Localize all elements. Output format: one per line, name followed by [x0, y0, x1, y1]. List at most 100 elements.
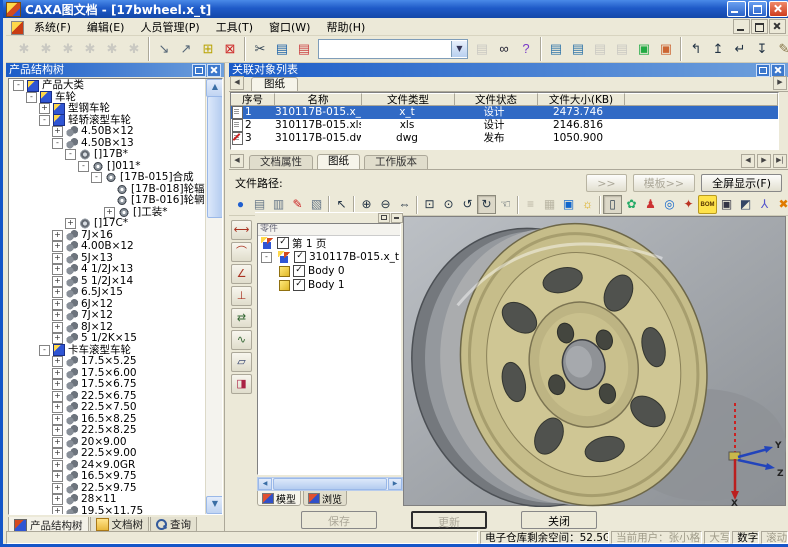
person-icon[interactable]: ⅄	[755, 195, 774, 214]
light-icon[interactable]: ☼	[578, 195, 597, 214]
menu-item[interactable]: 系统(F)	[26, 18, 79, 36]
mdi-restore-button[interactable]	[751, 19, 768, 34]
tree-expander-icon[interactable]: +	[52, 483, 63, 494]
column-header[interactable]: 序号	[231, 93, 275, 106]
copy-struct-icon[interactable]: ▤	[567, 38, 589, 60]
tree-expander-icon[interactable]: +	[52, 471, 63, 482]
copy-icon[interactable]: ▤	[271, 38, 293, 60]
object-link-icon[interactable]: ▣	[633, 38, 655, 60]
tab-scroll-left-icon[interactable]: ◀	[230, 76, 244, 90]
tree-expander-icon[interactable]: +	[52, 310, 63, 321]
tab-doc[interactable]: 文档属性	[249, 155, 313, 169]
tree-item[interactable]: +4.50B×12	[9, 126, 205, 138]
tree-expander-icon[interactable]: +	[52, 379, 63, 390]
rotate-free-icon[interactable]: ↻	[477, 195, 496, 214]
search-combo-input[interactable]	[319, 41, 451, 57]
model-tree-item[interactable]: ✓Body 0	[258, 264, 400, 278]
template-button[interactable]: 模板>>	[633, 174, 695, 192]
scroll-right-icon[interactable]: ▶	[388, 478, 402, 490]
tab-active[interactable]: 图纸	[317, 154, 360, 169]
close-panel-button[interactable]	[207, 64, 221, 77]
cancel-archive-icon[interactable]: ✱	[57, 38, 79, 60]
cursor-window-icon[interactable]: ◩	[736, 195, 755, 214]
column-header[interactable]: 文件大小(KB)	[538, 93, 625, 106]
rotate-view-icon[interactable]: ↺	[458, 195, 477, 214]
tree-expander-icon[interactable]: +	[52, 460, 63, 471]
help-icon[interactable]: ?	[515, 38, 537, 60]
scroll-up-icon[interactable]: ▲	[206, 79, 223, 97]
paste-special-icon[interactable]: ▤	[471, 38, 493, 60]
tree-expander-icon[interactable]: -	[52, 138, 63, 149]
measure-gap-icon[interactable]: ⇄	[231, 308, 252, 328]
tree-expander-icon[interactable]: -	[261, 252, 272, 263]
close-panel-button[interactable]	[771, 64, 785, 77]
minimize-button[interactable]	[727, 1, 746, 17]
tree-expander-icon[interactable]: +	[65, 218, 76, 229]
close-button[interactable]	[769, 1, 788, 17]
model-tree-item[interactable]: ✓第 1 页	[258, 236, 400, 250]
checkbox[interactable]: ✓	[293, 265, 305, 277]
model-tree-item[interactable]: ✓Body 1	[258, 278, 400, 292]
zoom-window-icon[interactable]: ⊡	[420, 195, 439, 214]
measure-angle-icon[interactable]: ∠	[231, 264, 252, 284]
tree-expander-icon[interactable]: +	[52, 391, 63, 402]
tree-expander-icon[interactable]: +	[52, 368, 63, 379]
tree-expander-icon[interactable]: -	[39, 115, 50, 126]
copy-ref-icon[interactable]: ▤	[545, 38, 567, 60]
tree-expander-icon[interactable]: +	[52, 437, 63, 448]
column-header[interactable]: 文件状态	[455, 93, 538, 106]
tree-item[interactable]: +[]17C*	[9, 218, 205, 230]
assign-icon[interactable]: ✎	[773, 38, 788, 60]
paste-struct-icon[interactable]: ▤	[611, 38, 633, 60]
tree-item[interactable]: +22.5×8.25	[9, 425, 205, 437]
tree-item[interactable]: -[17B-015]合成	[9, 172, 205, 184]
combo-dropdown-icon[interactable]: ▼	[451, 41, 467, 57]
tree-expander-icon[interactable]: +	[52, 322, 63, 333]
float-panel-button[interactable]	[378, 213, 390, 223]
table-row[interactable]: 2310117B-015.xlsxls设计2146.816	[231, 119, 778, 132]
monitor-icon[interactable]: ▣	[717, 195, 736, 214]
table-row[interactable]: 3310117B-015.dwgdwg发布1050.900	[231, 132, 778, 145]
tree-expander-icon[interactable]: +	[52, 287, 63, 298]
hide-panel-button[interactable]	[391, 213, 403, 223]
model-tree-item[interactable]: -✓310117B-015.x_t	[258, 250, 400, 264]
new-doc-icon[interactable]: ⊞	[197, 38, 219, 60]
bom-icon[interactable]: BOM	[698, 195, 717, 214]
checkbox[interactable]: ✓	[294, 251, 306, 263]
scrollbar-thumb[interactable]	[207, 96, 223, 218]
tree-expander-icon[interactable]: +	[52, 230, 63, 241]
column-header[interactable]: 文件类型	[362, 93, 455, 106]
shade-mode-icon[interactable]: ●	[231, 195, 250, 214]
table-row[interactable]: 1310117B-015.x_tx_t设计2473.746	[231, 106, 778, 119]
tree-expander-icon[interactable]: +	[52, 448, 63, 459]
tree-item[interactable]: +4.00B×12	[9, 241, 205, 253]
menu-item[interactable]: 工具(T)	[208, 18, 261, 36]
pan-hand-icon[interactable]: ☜	[496, 195, 515, 214]
user-screen-icon[interactable]: ♟	[641, 195, 660, 214]
tree-item[interactable]: +17.5×6.75	[9, 379, 205, 391]
more-button[interactable]: >>	[586, 174, 626, 192]
batch-icon[interactable]: ✱	[123, 38, 145, 60]
fullscreen-button[interactable]: 全屏显示(F)	[701, 174, 782, 192]
grid-icon[interactable]: ▦	[540, 195, 559, 214]
stamp-icon[interactable]: ✦	[679, 195, 698, 214]
tree-expander-icon[interactable]: -	[39, 345, 50, 356]
button-update[interactable]: 更新	[411, 511, 487, 529]
measure-area-icon[interactable]: ▱	[231, 352, 252, 372]
screen-icon[interactable]: ▣	[559, 195, 578, 214]
tree-item[interactable]: +型钢车轮	[9, 103, 205, 115]
tree-item[interactable]: +17.5×5.25	[9, 356, 205, 368]
tree-expander-icon[interactable]: +	[52, 333, 63, 344]
tree-expander-icon[interactable]: +	[52, 356, 63, 367]
button-save[interactable]: 保存	[301, 511, 377, 529]
team-icon[interactable]: ✿	[622, 195, 641, 214]
tree-expander-icon[interactable]: +	[52, 402, 63, 413]
unlink-icon[interactable]: ✱	[79, 38, 101, 60]
tree-expander-icon[interactable]: +	[52, 126, 63, 137]
tree-item[interactable]: +4 1/2J×13	[9, 264, 205, 276]
mdi-close-button[interactable]	[769, 19, 786, 34]
menu-item[interactable]: 编辑(E)	[79, 18, 133, 36]
step-return-icon[interactable]: ↵	[729, 38, 751, 60]
archive-in-icon[interactable]: ✱	[13, 38, 35, 60]
restore-button[interactable]	[748, 1, 767, 17]
